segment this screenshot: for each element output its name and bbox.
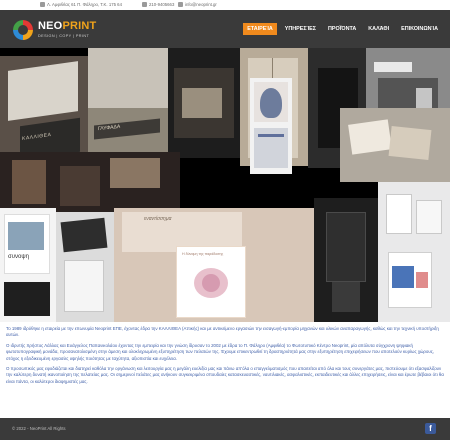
site-header: NEOPRINT DESIGN | COPY | PRINT Εταιρεία …	[0, 10, 450, 48]
facebook-icon[interactable]: f	[425, 423, 436, 434]
nav-item-cart[interactable]: Καλάθι	[364, 23, 393, 35]
logo-wordmark-main: NEO	[38, 20, 63, 32]
email-info[interactable]: info@neoprint.gr	[178, 1, 217, 9]
logo-wordmark[interactable]: NEOPRINT	[38, 20, 96, 32]
phone-info[interactable]: 210-9405663	[142, 1, 174, 9]
email-text: info@neoprint.gr	[185, 2, 217, 7]
site-footer: © 2022 - NeoPrint All Rights f	[0, 418, 450, 440]
map-pin-icon	[40, 1, 45, 7]
hero-tile-book: συνοψη	[0, 208, 56, 322]
hero-tile-diary	[314, 198, 378, 322]
logo-mark-icon[interactable]	[12, 19, 34, 41]
address-info: Λ. Αμφιθέας 61 Π. Φάληρο, Τ.Κ. 175 64	[40, 1, 122, 9]
hero-tile-invitation: εναντίσσημα Η δύναμη της παράδοσης	[114, 208, 314, 322]
address-text: Λ. Αμφιθέας 61 Π. Φάληρο, Τ.Κ. 175 64	[47, 2, 122, 7]
nav-item-company[interactable]: Εταιρεία	[243, 23, 277, 35]
nav-item-contact[interactable]: Επικοινωνία	[397, 23, 442, 35]
logo-wordmark-accent: PRINT	[62, 20, 97, 32]
page: Λ. Αμφιθέας 61 Π. Φάληρο, Τ.Κ. 175 64 21…	[0, 0, 450, 440]
invitation-caption: Η δύναμη της παράδοσης	[182, 252, 224, 256]
hero-tile-brochures	[378, 182, 450, 322]
hero-tile-desk	[168, 48, 240, 158]
nav-item-products[interactable]: Προϊόντα	[324, 23, 360, 35]
hero-tile-banner	[250, 78, 292, 174]
book-title: συνοψη	[8, 254, 29, 260]
about-paragraph-1: Το 1989 ιδρύθηκε η εταιρεία με την επωνυ…	[6, 326, 439, 338]
copyright-text: © 2022 - NeoPrint All Rights	[12, 426, 66, 431]
hero-tile-prints	[0, 152, 180, 212]
hero-collage: ΚΑΛΛΙΘΕΑ ΓΛΥΦΑΔΑ συνοψη εναντίσσημα Η δύ…	[0, 48, 450, 322]
about-paragraph-3: Ο προσωπικός μας εφοδιάζεται και διατηρε…	[6, 366, 444, 384]
nav-item-services[interactable]: Υπηρεσίες	[281, 23, 320, 35]
phone-icon	[142, 1, 147, 7]
invitation-title: εναντίσσημα	[144, 216, 172, 222]
hero-tile-plaque: ΓΛΥΦΑΔΑ	[88, 48, 168, 164]
top-info-bar: Λ. Αμφιθέας 61 Π. Φάληρο, Τ.Κ. 175 64 21…	[0, 0, 450, 10]
about-paragraph-2: Ο ιδρυτής Χρήστος Λάλλας και Ευάγγελος Π…	[6, 342, 435, 361]
phone-text: 210-9405663	[149, 2, 175, 7]
about-text: Το 1989 ιδρύθηκε η εταιρεία με την επωνυ…	[6, 326, 446, 389]
envelope-icon	[178, 1, 183, 7]
hero-tile-cards	[56, 212, 114, 322]
main-nav: Εταιρεία Υπηρεσίες Προϊόντα Καλάθι Επικο…	[243, 23, 442, 35]
logo-tagline: DESIGN | COPY | PRINT	[38, 34, 90, 38]
hero-tile-papers	[340, 108, 450, 182]
